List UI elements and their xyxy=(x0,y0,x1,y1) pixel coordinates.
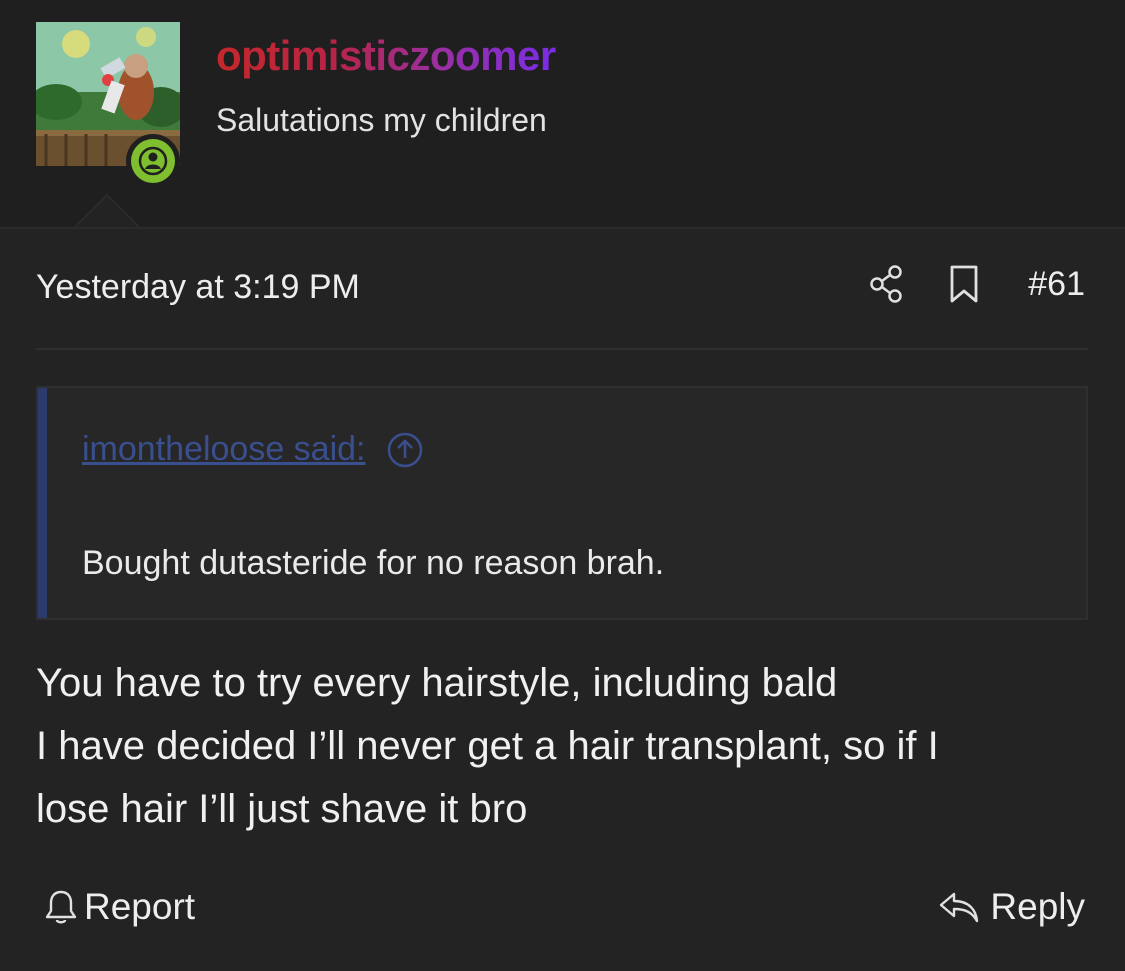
quote-accent-bar xyxy=(38,388,47,618)
reply-label[interactable]: Reply xyxy=(990,886,1085,928)
report-label[interactable]: Report xyxy=(84,886,195,928)
post-number[interactable]: #61 xyxy=(1028,265,1085,304)
reply-icon xyxy=(940,892,979,923)
user-title: Salutations my children xyxy=(216,102,547,138)
post-header: optimisticzoomer Salutations my children xyxy=(0,0,1125,228)
user-online-icon xyxy=(138,146,168,176)
post-timestamp[interactable]: Yesterday at 3:19 PM xyxy=(36,268,360,307)
quote-author-link[interactable]: imontheloose said: xyxy=(82,430,424,469)
bookmark-icon[interactable] xyxy=(948,264,980,304)
post-message: You have to try every hairstyle, includi… xyxy=(36,652,1086,841)
meta-divider xyxy=(36,348,1088,350)
message-line: I have decided I’ll never get a hair tra… xyxy=(36,724,939,768)
message-line: You have to try every hairstyle, includi… xyxy=(36,661,838,705)
arrow-up-circle-icon[interactable] xyxy=(386,431,424,469)
reply-button[interactable]: Reply xyxy=(938,886,1085,928)
header-caret xyxy=(74,194,140,228)
bell-icon xyxy=(45,890,77,924)
avatar[interactable] xyxy=(36,22,180,188)
share-icon[interactable] xyxy=(868,264,904,304)
report-button[interactable]: Report xyxy=(44,886,195,928)
quote-block: imontheloose said: Bought dutasteride fo… xyxy=(36,386,1088,620)
quote-text: Bought dutasteride for no reason brah. xyxy=(82,544,665,582)
message-line: lose hair I’ll just shave it bro xyxy=(36,787,528,831)
online-badge xyxy=(126,134,180,188)
post-meta-actions: #61 xyxy=(868,264,1085,304)
quote-author-label[interactable]: imontheloose said: xyxy=(82,430,366,469)
username[interactable]: optimisticzoomer xyxy=(216,32,556,80)
